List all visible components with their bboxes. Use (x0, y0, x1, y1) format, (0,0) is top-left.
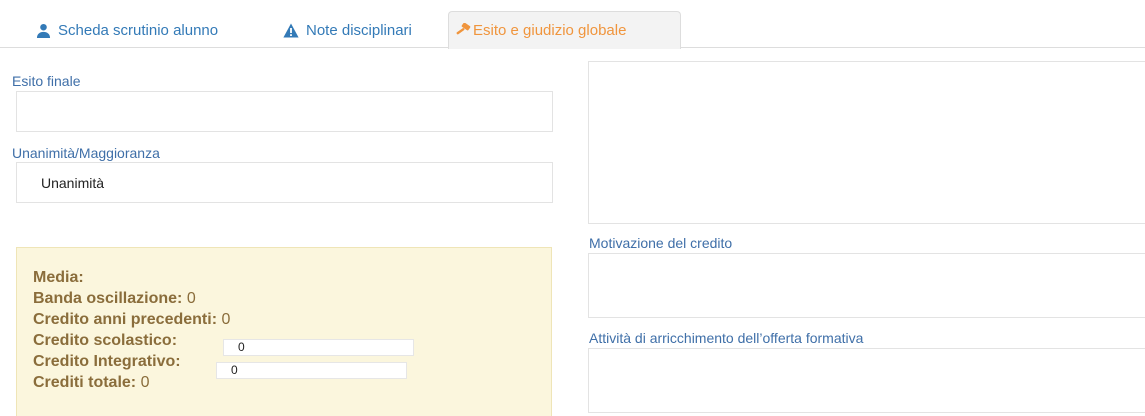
motivazione-label: Motivazione del credito (589, 235, 733, 251)
giudizio-globale-textarea[interactable] (588, 61, 1145, 224)
maggioranza-value: Unanimità (41, 175, 105, 191)
tab-esito-giudizio[interactable]: Esito e giudizio globale (448, 11, 681, 49)
integrativo-label: Credito Integrativo: (33, 353, 181, 370)
motivazione-textarea[interactable] (588, 253, 1145, 318)
attivita-label: Attività di arricchimento dell’offerta f… (589, 330, 864, 346)
anni-precedenti-label: Credito anni precedenti: (33, 311, 218, 328)
tab-bar: Scheda scrutinio alunno Note disciplinar… (0, 0, 1145, 49)
tab-scheda-scrutinio[interactable]: Scheda scrutinio alunno (36, 11, 218, 49)
tab-label: Esito e giudizio globale (473, 22, 627, 39)
totale-row: Crediti totale: 0 (33, 374, 149, 392)
tab-note-disciplinari[interactable]: Note disciplinari (283, 11, 412, 49)
esito-finale-field[interactable] (16, 91, 553, 132)
integrativo-row: Credito Integrativo: (33, 353, 181, 371)
gavel-icon (455, 23, 471, 38)
credito-scolastico-input[interactable]: 0 (223, 339, 414, 356)
media-label: Media: (33, 269, 84, 286)
banda-value: 0 (186, 290, 196, 307)
attivita-textarea[interactable] (588, 348, 1145, 413)
media-row: Media: (33, 269, 84, 287)
banda-label: Banda oscillazione: (33, 290, 183, 307)
scolastico-label: Credito scolastico: (33, 332, 178, 349)
totale-label: Crediti totale: (33, 374, 137, 391)
user-icon (36, 23, 51, 38)
banda-row: Banda oscillazione: 0 (33, 290, 196, 308)
warning-icon (283, 23, 299, 38)
credito-integrativo-input[interactable]: 0 (216, 362, 407, 379)
maggioranza-field[interactable]: Unanimità (16, 162, 553, 203)
totale-value: 0 (140, 374, 150, 391)
crediti-panel: Media: Banda oscillazione: 0 Credito ann… (16, 247, 552, 416)
anni-precedenti-value: 0 (221, 311, 231, 328)
anni-precedenti-row: Credito anni precedenti: 0 (33, 311, 230, 329)
tab-label: Note disciplinari (306, 21, 412, 39)
esito-finale-label: Esito finale (12, 73, 81, 89)
scolastico-row: Credito scolastico: (33, 332, 177, 350)
tab-label: Scheda scrutinio alunno (58, 21, 219, 39)
maggioranza-label: Unanimità/Maggioranza (12, 145, 160, 161)
